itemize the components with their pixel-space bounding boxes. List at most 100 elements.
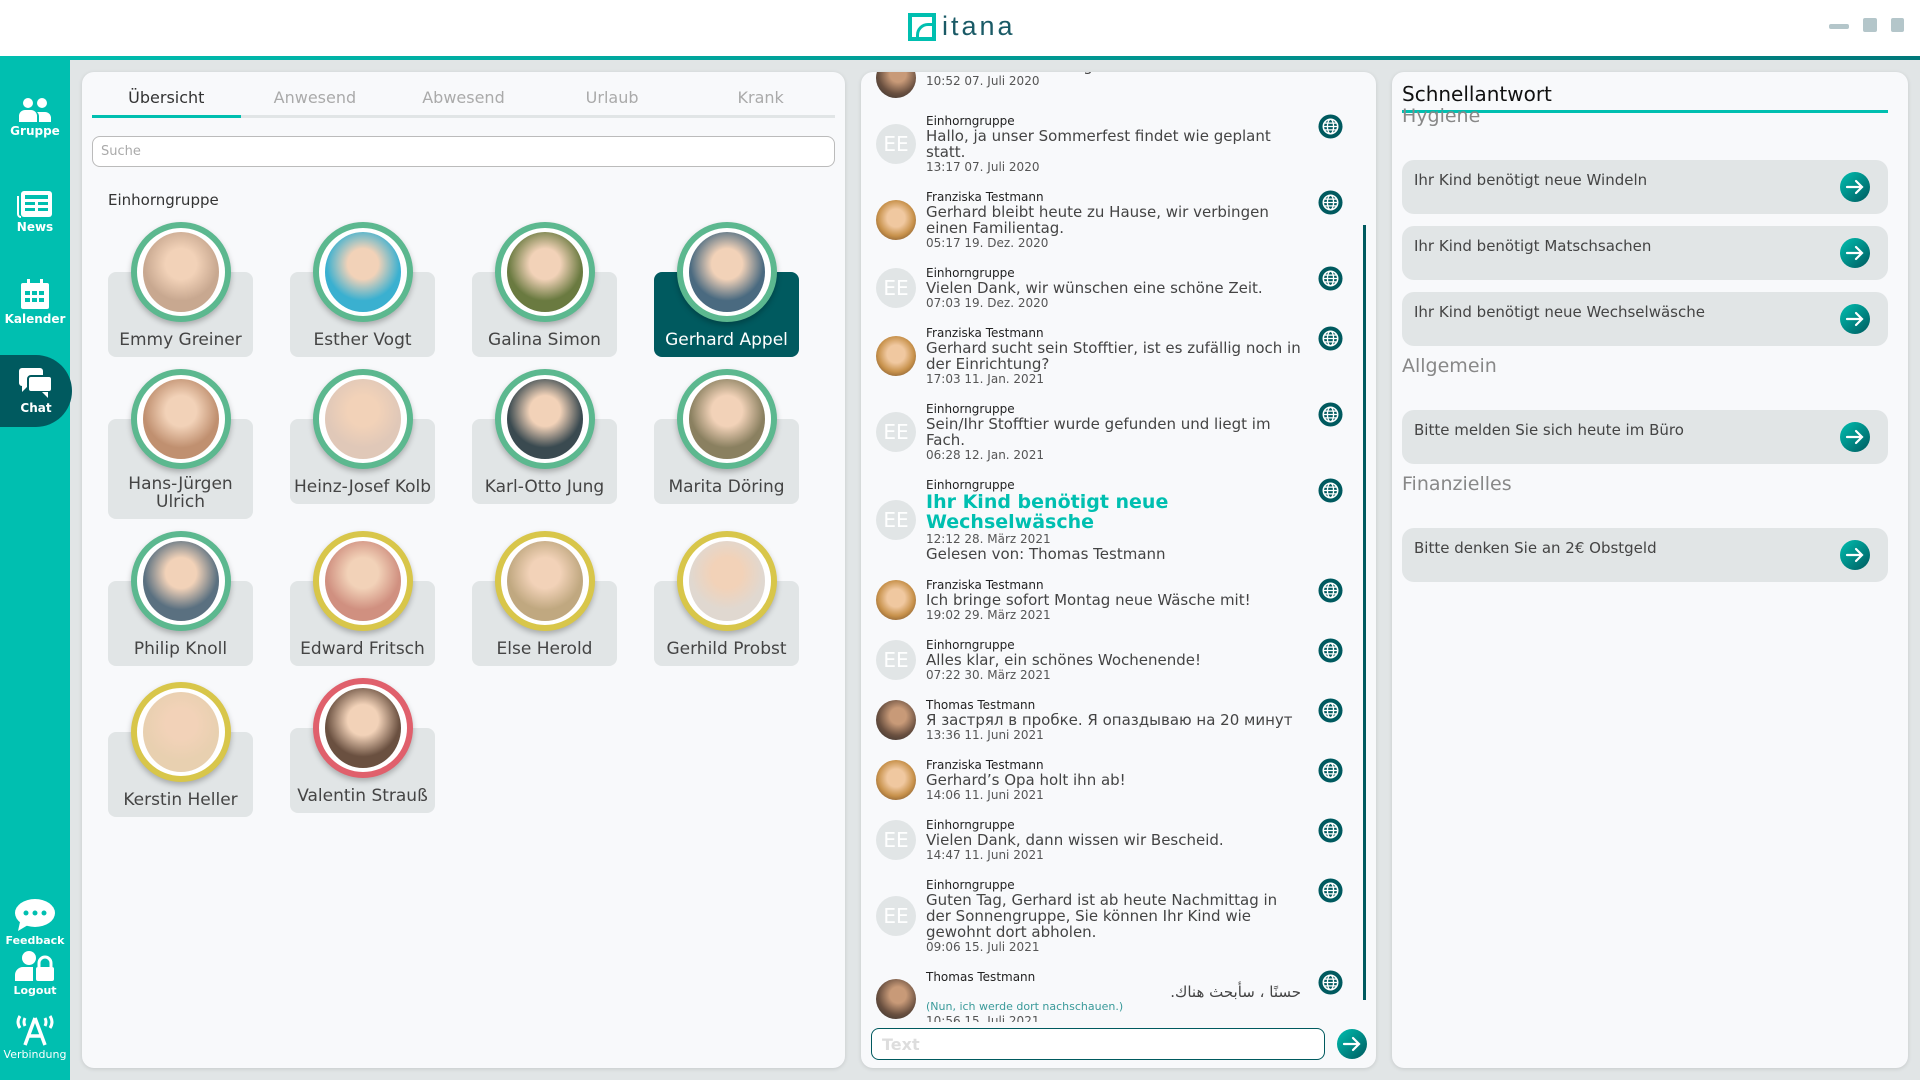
translate-globe-icon[interactable] [1318, 878, 1343, 903]
message-time: 14:06 11. Juni 2021 [926, 788, 1044, 802]
quick-reply-panel: Schnellantwort Hygiene Ihr Kind benötigt … [1392, 72, 1908, 1068]
child-card[interactable]: Valentin Strauß [290, 678, 435, 817]
quick-reply-item[interactable]: Bitte melden Sie sich heute im Büro [1402, 410, 1888, 464]
message-sender: Thomas Testmann [926, 698, 1036, 712]
sidebar-item-gruppe[interactable]: Gruppe [0, 98, 70, 138]
search-input[interactable] [92, 136, 835, 167]
child-card[interactable]: Emmy Greiner [108, 222, 253, 357]
status-ring [130, 222, 231, 322]
send-button[interactable] [1337, 1029, 1367, 1059]
child-name: Emmy Greiner [119, 330, 242, 350]
maximize-button[interactable] [1863, 18, 1877, 32]
child-card[interactable]: Else Herold [472, 531, 617, 666]
message-sender: Franziska Testmann [926, 326, 1044, 340]
message-item: Franziska Testmann Gerhard sucht sein Sto… [861, 326, 1361, 386]
message-text: Gerhard bleibt heute zu Hause, wir verbi… [926, 203, 1269, 237]
translate-globe-icon[interactable] [1318, 698, 1343, 723]
translate-globe-icon[interactable] [1318, 190, 1343, 215]
close-button[interactable] [1891, 18, 1904, 32]
send-quick-reply-button[interactable] [1840, 238, 1870, 268]
status-ring [494, 531, 595, 631]
message-input[interactable] [871, 1028, 1325, 1060]
avatar: EE [876, 640, 916, 680]
send-quick-reply-button[interactable] [1840, 304, 1870, 334]
sidebar-item-feedback[interactable]: Feedback [0, 898, 70, 947]
child-photo [688, 379, 765, 459]
child-name: Marita Döring [668, 477, 785, 497]
message-list[interactable]: Findet am Donnerstag nun das Sommerfest … [861, 72, 1361, 1022]
child-card[interactable]: Kerstin Heller [108, 682, 253, 817]
message-time: 10:56 15. Juli 2021 [926, 1014, 1040, 1022]
arrow-right-icon [1845, 243, 1865, 263]
child-card[interactable]: Galina Simon [472, 222, 617, 357]
tab-anwesend[interactable]: Anwesend [241, 86, 390, 118]
message-text: Vielen Dank, wir wünschen eine schöne Ze… [926, 279, 1263, 297]
arrow-right-icon [1845, 545, 1865, 565]
quick-reply-item[interactable]: Ihr Kind benötigt neue Wechselwäsche [1402, 292, 1888, 346]
child-name: Edward Fritsch [300, 639, 425, 659]
tab-urlaub[interactable]: Urlaub [538, 86, 687, 118]
tab-abwesend[interactable]: Abwesend [389, 86, 538, 118]
status-ring [676, 369, 777, 469]
child-card[interactable]: Gerhard Appel [654, 222, 799, 357]
minimize-button[interactable] [1829, 24, 1849, 29]
child-name: Galina Simon [488, 330, 601, 350]
sidebar-item-label: Verbindung [3, 1048, 67, 1061]
child-card[interactable]: Gerhild Probst [654, 531, 799, 666]
child-card[interactable]: Edward Fritsch [290, 531, 435, 666]
logo-mark-icon [908, 12, 936, 41]
quick-reply-section-title: Hygiene [1402, 105, 1481, 127]
translate-globe-icon[interactable] [1318, 266, 1343, 291]
translate-globe-icon[interactable] [1318, 326, 1343, 351]
translate-globe-icon[interactable] [1318, 478, 1343, 503]
translate-globe-icon[interactable] [1318, 818, 1343, 843]
child-card[interactable]: Esther Vogt [290, 222, 435, 357]
child-photo [142, 541, 219, 621]
translate-globe-icon[interactable] [1318, 578, 1343, 603]
children-grid: Emmy Greiner Esther Vogt Galina Simon Gerha… [108, 222, 838, 817]
child-card[interactable]: Hans-Jürgen Ulrich [108, 369, 253, 519]
group-label: Einhorngruppe [108, 191, 219, 209]
translate-globe-icon[interactable] [1318, 114, 1343, 139]
sidebar-item-logout[interactable]: Logout [0, 950, 70, 997]
sidebar-item-news[interactable]: News [0, 190, 70, 234]
translate-globe-icon[interactable] [1318, 758, 1343, 783]
message-text: حسنًا ، سأبحث هناك. [1170, 983, 1301, 1001]
send-quick-reply-button[interactable] [1840, 540, 1870, 570]
quick-reply-item[interactable]: Ihr Kind benötigt neue Windeln [1402, 160, 1888, 214]
translate-globe-icon[interactable] [1318, 638, 1343, 663]
child-photo [324, 541, 401, 621]
quick-reply-text: Ihr Kind benötigt Matschsachen [1414, 237, 1652, 255]
send-quick-reply-button[interactable] [1840, 422, 1870, 452]
translate-globe-icon[interactable] [1318, 970, 1343, 995]
quick-reply-item[interactable]: Bitte denken Sie an 2€ Obstgeld [1402, 528, 1888, 582]
message-sender: Einhorngruppe [926, 638, 1015, 652]
child-card[interactable]: Philip Knoll [108, 531, 253, 666]
child-card[interactable]: Karl-Otto Jung [472, 369, 617, 519]
quick-reply-text: Bitte denken Sie an 2€ Obstgeld [1414, 539, 1657, 557]
sidebar-item-label: News [16, 220, 54, 234]
send-quick-reply-button[interactable] [1840, 172, 1870, 202]
tab-krank[interactable]: Krank [686, 86, 835, 118]
message-sender: Einhorngruppe [926, 478, 1015, 492]
tab-uebersicht[interactable]: Übersicht [92, 86, 241, 118]
avatar [876, 200, 916, 240]
sidebar-item-kalender[interactable]: Kalender [0, 278, 70, 326]
message-time: 17:03 11. Jan. 2021 [926, 372, 1044, 386]
avatar [876, 580, 916, 620]
message-sender: Einhorngruppe [926, 266, 1015, 280]
sidebar-item-verbindung[interactable]: Verbindung [0, 1012, 70, 1061]
message-sender: Einhorngruppe [926, 402, 1015, 416]
child-card[interactable]: Marita Döring [654, 369, 799, 519]
message-item: Franziska Testmann Ich bringe sofort Mont… [861, 578, 1361, 622]
child-name: Heinz-Josef Kolb [293, 477, 432, 497]
child-card[interactable]: Heinz-Josef Kolb [290, 369, 435, 519]
scrollbar[interactable] [1363, 225, 1366, 1000]
child-name: Gerhard Appel [665, 330, 788, 350]
quick-reply-text: Bitte melden Sie sich heute im Büro [1414, 421, 1684, 439]
child-photo [688, 541, 765, 621]
avatar: EE [876, 896, 916, 936]
sidebar-item-chat[interactable]: Chat [0, 355, 72, 427]
quick-reply-item[interactable]: Ihr Kind benötigt Matschsachen [1402, 226, 1888, 280]
translate-globe-icon[interactable] [1318, 402, 1343, 427]
